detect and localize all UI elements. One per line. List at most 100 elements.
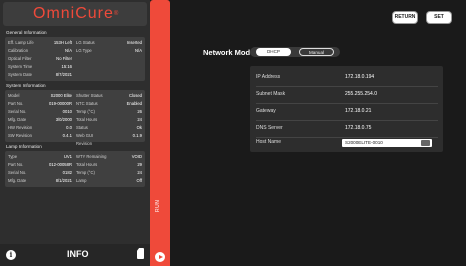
key-label: Eff. Lamp Life — [8, 40, 34, 45]
info-row: Mfg. Date 3/0/2000 Total Hours 24 — [8, 116, 142, 124]
system-info-title: System Information — [6, 83, 46, 88]
key-label: LG Status — [76, 40, 95, 45]
value: S2000 Elite — [50, 93, 72, 98]
network-mode-toggle[interactable]: DHCP Manual — [250, 47, 340, 57]
key-label: NTC Status — [76, 101, 98, 106]
value: 0.1.9 — [132, 133, 142, 138]
system-info-card: Model S2000 Elite Shutter Status Closed Part… — [5, 90, 145, 146]
gateway-row: Gateway 172.18.0.21 — [256, 103, 438, 121]
lamp-info-title: Lamp Information — [6, 144, 42, 149]
key-label: WTY Remaining — [76, 154, 107, 159]
value: Closed — [128, 93, 142, 98]
info-row: Eff. Lamp Life 153H Left LG Status Inserted — [8, 39, 142, 47]
gateway-label: Gateway — [256, 108, 276, 114]
host-name-input[interactable]: S2000ELITE-0010 — [342, 139, 432, 147]
value — [110, 55, 142, 63]
value: 0.0 — [66, 125, 72, 130]
value: 15:16 — [61, 64, 72, 69]
key-label — [76, 71, 110, 79]
lamp-info-card: Type UV1 WTY Remaining VOID Part No. 012-0005… — [5, 151, 145, 187]
keyboard-icon[interactable] — [421, 140, 430, 146]
key-label: Part No. — [8, 101, 24, 106]
gateway-value: 172.18.0.21 — [345, 108, 372, 114]
value: N/A — [135, 48, 142, 53]
value: 24 — [137, 117, 142, 122]
key-label: Part No. — [8, 162, 24, 167]
key-label: Optical Filter — [8, 56, 32, 61]
info-sidebar: OmniCure ® General Information Eff. Lamp … — [0, 0, 150, 266]
set-button[interactable]: SET — [427, 12, 451, 23]
key-label: Type — [8, 154, 18, 159]
play-icon[interactable] — [155, 252, 165, 262]
key-label: HW Revision — [8, 125, 33, 130]
info-row: Serial No. 0182 Temp (°C) 24 — [8, 169, 142, 177]
value: 3/0/2000 — [55, 117, 72, 122]
key-label: Serial No. — [8, 170, 27, 175]
key-label: Calibration — [8, 48, 29, 53]
info-row: Part No. 019-00000R NTC Status Enabled — [8, 100, 142, 108]
key-label: Shutter Status — [76, 93, 103, 98]
value: 26 — [137, 109, 142, 114]
general-info-card: Eff. Lamp Life 153H Left LG Status Inserted… — [5, 37, 145, 81]
key-label: Serial No. — [8, 109, 27, 114]
info-row: SW Revision 0.4.1 Web GUI Revision 0.1.9 — [8, 132, 142, 146]
value: 153H Left — [53, 40, 72, 45]
info-row: Type UV1 WTY Remaining VOID — [8, 153, 142, 161]
logo-text: OmniCure — [33, 5, 114, 22]
host-name-value: S2000ELITE-0010 — [345, 140, 383, 145]
info-label[interactable]: INFO — [67, 249, 89, 259]
omnicure-logo: OmniCure ® — [3, 2, 147, 26]
subnet-mask-value: 255.255.254.0 — [345, 91, 377, 97]
key-label: Temp (°C) — [76, 109, 95, 114]
info-row: Mfg. Date 8/1/2021 Lamp Off — [8, 177, 142, 185]
info-footer: i INFO — [0, 244, 150, 266]
dhcp-option[interactable]: DHCP — [256, 48, 291, 56]
run-bar[interactable] — [150, 0, 170, 266]
value: 012-00058R — [48, 162, 72, 167]
value — [110, 63, 142, 71]
key-label: SW Revision — [8, 133, 32, 138]
value: 0.4.1 — [62, 133, 72, 138]
value: 0182 — [62, 170, 72, 175]
value: Inserted — [126, 40, 142, 45]
key-label: System Time — [8, 64, 33, 69]
key-label: Temp (°C) — [76, 170, 95, 175]
ip-address-label: IP Address — [256, 74, 281, 80]
run-label: RUN — [155, 199, 161, 212]
key-label: Status — [76, 125, 88, 130]
key-label — [76, 63, 110, 71]
value: 29 — [137, 162, 142, 167]
key-label: System Date — [8, 72, 32, 77]
info-row: System Date 8/7/2021 — [8, 71, 142, 79]
value: Off — [136, 178, 142, 183]
key-label: Mfg. Date — [8, 178, 27, 183]
ip-address-value: 172.18.0.194 — [345, 74, 375, 80]
key-label: Mfg. Date — [8, 117, 27, 122]
value: 019-00000R — [48, 101, 72, 106]
value: 0010 — [62, 109, 72, 114]
network-mode-label: Network Mode — [203, 48, 255, 57]
value: Enabled — [126, 101, 142, 106]
key-label — [76, 55, 110, 63]
ip-address-row: IP Address 172.18.0.194 — [256, 69, 438, 87]
key-label: Total Hours — [76, 117, 98, 122]
key-label: Total Hours — [76, 162, 98, 167]
value: No Filter — [56, 56, 72, 61]
info-icon[interactable]: i — [6, 250, 16, 260]
value: VOID — [131, 154, 142, 159]
network-settings-panel: IP Address 172.18.0.194 Subnet Mask 255.… — [250, 66, 443, 152]
manual-option[interactable]: Manual — [299, 48, 334, 56]
value: 24 — [137, 170, 142, 175]
info-row: System Time 15:16 — [8, 63, 142, 71]
info-row: Serial No. 0010 Temp (°C) 26 — [8, 108, 142, 116]
info-row: Model S2000 Elite Shutter Status Closed — [8, 92, 142, 100]
host-name-label: Host Name — [256, 139, 282, 145]
info-row: HW Revision 0.0 Status Ok — [8, 124, 142, 132]
return-button[interactable]: RETURN — [393, 12, 417, 23]
info-row: Part No. 012-00058R Total Hours 29 — [8, 161, 142, 169]
value: N/A — [65, 48, 72, 53]
host-name-row: Host Name S2000ELITE-0010 — [256, 134, 438, 151]
logo-mark: ® — [113, 11, 119, 17]
key-label: Lamp — [76, 178, 87, 183]
key-label: Web GUI Revision — [76, 133, 94, 146]
